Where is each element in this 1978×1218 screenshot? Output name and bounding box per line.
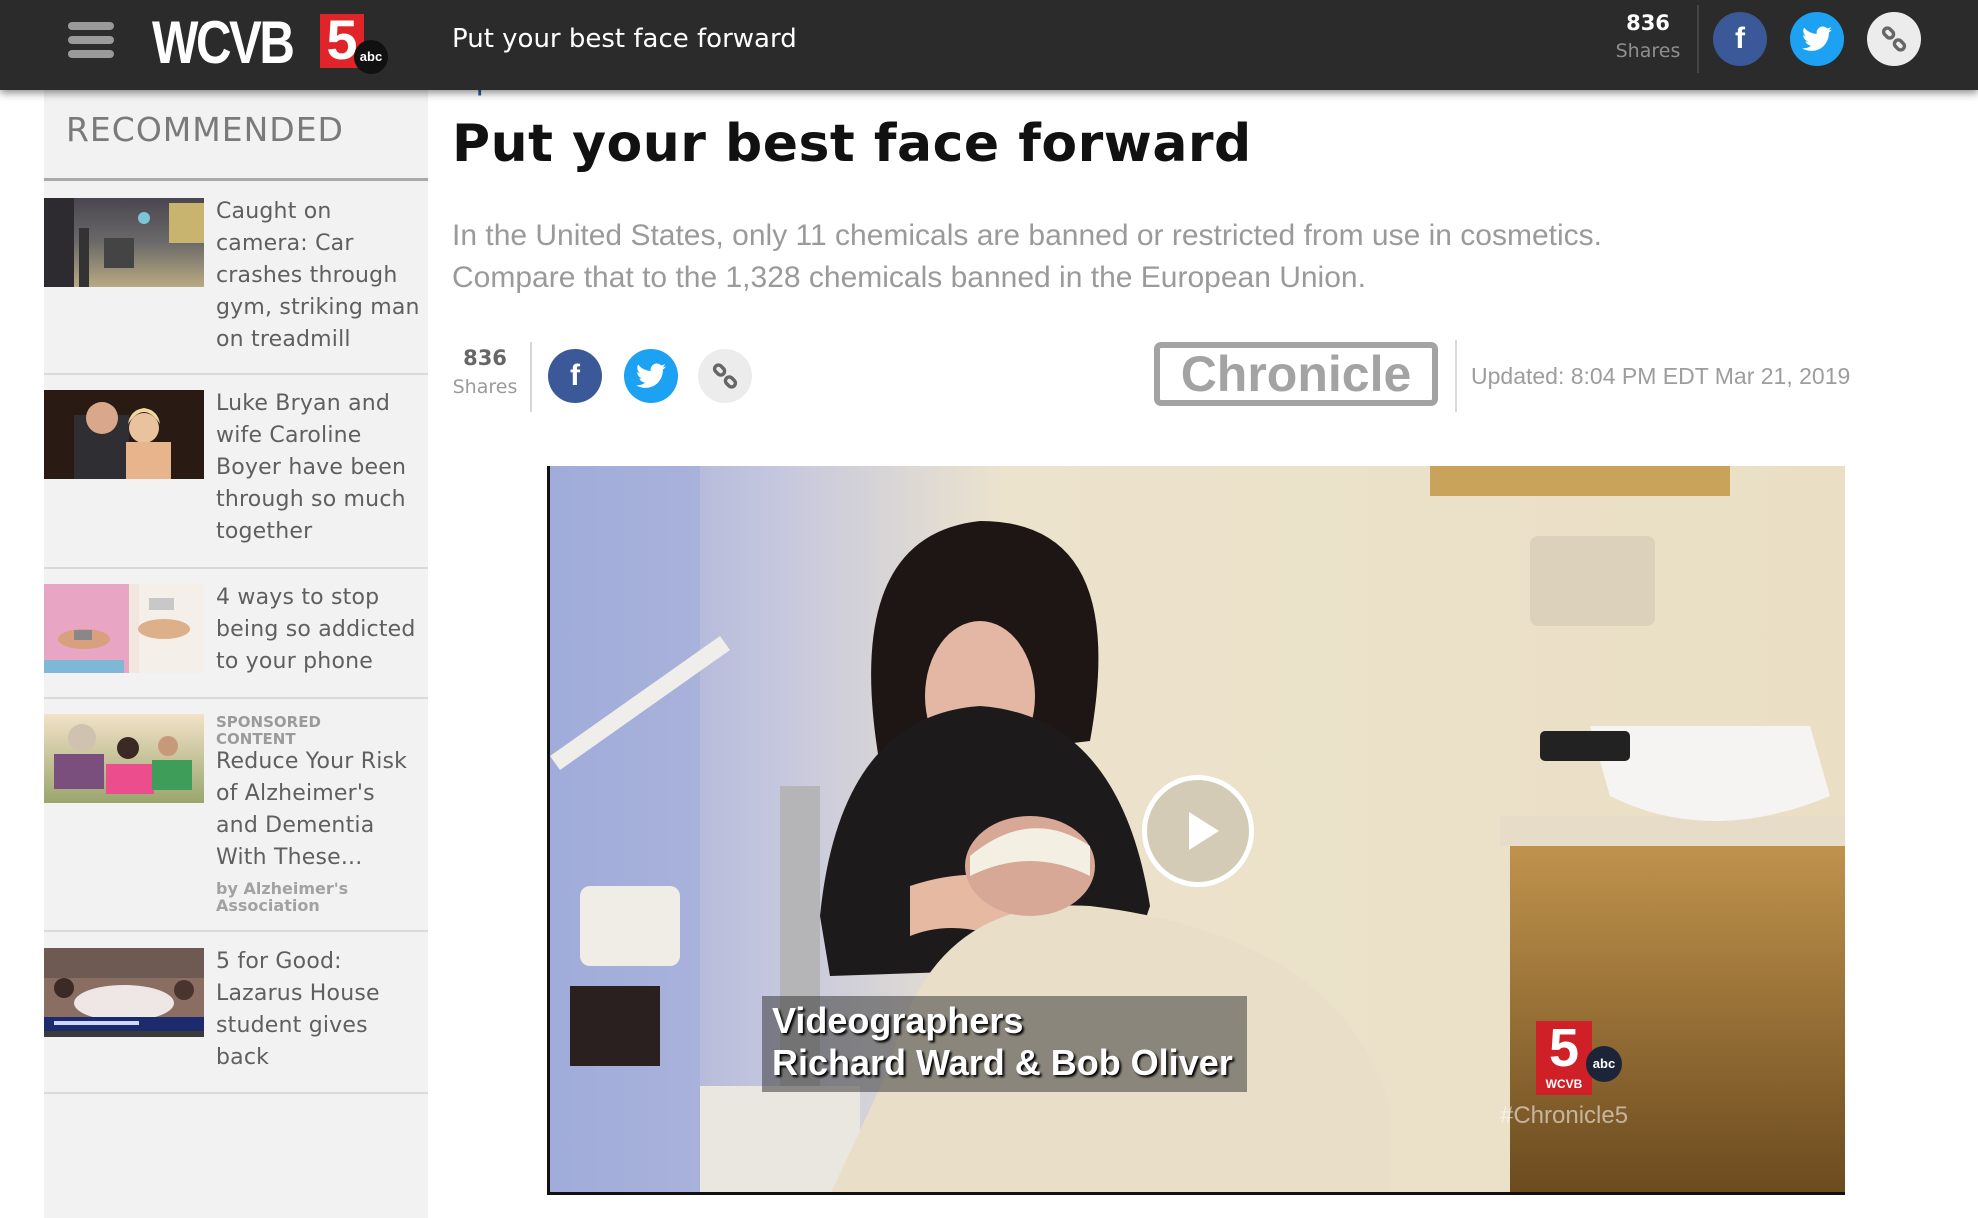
title-line: of Alzheimer's: [216, 781, 375, 806]
chronicle-program-logo[interactable]: Chronicle: [1154, 342, 1438, 406]
share-count-number: 836: [463, 346, 507, 370]
title-line: student gives: [216, 1013, 368, 1038]
title-line: on treadmill: [216, 327, 351, 352]
recommended-sidebar: RECOMMENDED Caught on camera: Car crashe…: [44, 90, 428, 1218]
sponsored-item-title: Reduce Your Risk of Alzheimer's and Deme…: [216, 746, 428, 874]
title-line: wife Caroline: [216, 423, 362, 448]
recommended-item-title: 5 for Good: Lazarus House student gives …: [216, 946, 428, 1074]
divider: [44, 567, 428, 569]
play-icon[interactable]: [1142, 775, 1254, 887]
logo-wordmark: WCVB: [152, 9, 295, 76]
link-icon: [1881, 26, 1907, 52]
label-line: SPONSORED: [216, 713, 321, 731]
divider: [44, 930, 428, 932]
title-line: together: [216, 519, 313, 544]
twitter-icon: [636, 363, 666, 388]
link-icon: [712, 363, 738, 389]
thumbnail-phone-addiction: [44, 584, 204, 673]
header-article-title: Put your best face forward: [452, 24, 797, 54]
chronicle-logo-text: Chronicle: [1180, 346, 1412, 402]
divider: [1697, 5, 1699, 73]
title-line: Caught on: [216, 199, 332, 224]
recommended-item-title: Caught on camera: Car crashes through gy…: [216, 196, 428, 356]
title-line: Lazarus House: [216, 981, 380, 1006]
divider: [44, 697, 428, 699]
header-copy-link-button[interactable]: [1867, 12, 1921, 66]
recommended-item[interactable]: 5 for Good: Lazarus House student gives …: [44, 948, 428, 1092]
title-line: Luke Bryan and: [216, 391, 391, 416]
wcvb-channel-bug: 5 WCVB: [1536, 1018, 1592, 1095]
video-hashtag: #Chronicle5: [1500, 1102, 1629, 1129]
title-line: 5 for Good:: [216, 949, 342, 974]
description-line: In the United States, only 11 chemicals …: [452, 219, 1602, 252]
divider: [44, 373, 428, 375]
credit-line: Richard Ward & Bob Oliver: [772, 1042, 1233, 1083]
article-title: Put your best face forward: [452, 114, 1252, 174]
hamburger-menu-icon[interactable]: [68, 20, 114, 60]
byline-line: Association: [216, 896, 320, 915]
sponsored-content-label: SPONSORED CONTENT: [216, 714, 428, 748]
updated-timestamp: Updated: 8:04 PM EDT Mar 21, 2019: [1471, 363, 1851, 389]
title-line: With These...: [216, 845, 363, 870]
share-count-number: 836: [1626, 11, 1670, 35]
description-line: Compare that to the 1,328 chemicals bann…: [452, 261, 1366, 294]
abc-logo-icon: abc: [1586, 1046, 1622, 1082]
title-line: Boyer have been: [216, 455, 407, 480]
article-description: In the United States, only 11 chemicals …: [452, 215, 1852, 299]
sponsor-byline: by Alzheimer's Association: [216, 880, 428, 914]
menu-bar: [68, 36, 114, 44]
facebook-icon: f: [1735, 22, 1745, 55]
channel-number: 5: [1548, 1018, 1580, 1078]
abc-logo-icon: abc: [354, 40, 388, 74]
share-count-label: Shares: [452, 376, 518, 398]
recommended-item[interactable]: Caught on camera: Car crashes through gy…: [44, 198, 428, 372]
title-line: gym, striking man: [216, 295, 420, 320]
copy-link-button[interactable]: [698, 349, 752, 403]
title-line: being so addicted: [216, 617, 416, 642]
header-facebook-share-button[interactable]: f: [1713, 12, 1767, 66]
menu-bar: [68, 50, 114, 58]
title-line: back: [216, 1045, 270, 1070]
thumbnail-lazarus-house: [44, 948, 204, 1037]
title-line: 4 ways to stop: [216, 585, 380, 610]
byline-line: by Alzheimer's: [216, 879, 349, 898]
header-twitter-share-button[interactable]: [1790, 12, 1844, 66]
thumbnail-alzheimers: [44, 714, 204, 803]
wcvb-logo[interactable]: WCVB 5 abc: [152, 9, 402, 76]
twitter-share-button[interactable]: [624, 349, 678, 403]
recommended-item-title: Luke Bryan and wife Caroline Boyer have …: [216, 388, 428, 548]
title-line: Reduce Your Risk: [216, 749, 408, 774]
recommended-item-title: 4 ways to stop being so addicted to your…: [216, 582, 428, 678]
thumbnail-luke-bryan: [44, 390, 204, 479]
menu-bar: [68, 22, 114, 30]
twitter-icon: [1802, 26, 1832, 51]
sponsored-item[interactable]: SPONSORED CONTENT Reduce Your Risk of Al…: [44, 714, 428, 926]
top-nav-bar: WCVB 5 abc Put your best face forward 83…: [0, 0, 1978, 90]
share-count-label: Shares: [1615, 40, 1681, 62]
videographer-credit-overlay: Videographers Richard Ward & Bob Oliver: [762, 996, 1247, 1092]
thumbnail-gym-crash: [44, 198, 204, 287]
facebook-share-button[interactable]: f: [548, 349, 602, 403]
facebook-icon: f: [570, 359, 580, 392]
recommended-item[interactable]: 4 ways to stop being so addicted to your…: [44, 584, 428, 696]
title-line: crashes through: [216, 263, 398, 288]
call-sign: WCVB: [1545, 1077, 1583, 1091]
credit-line: Videographers: [772, 1000, 1024, 1041]
divider: [530, 342, 532, 412]
title-line: and Dementia: [216, 813, 375, 838]
title-line: camera: Car: [216, 231, 354, 256]
title-line: to your phone: [216, 649, 373, 674]
video-player[interactable]: Videographers Richard Ward & Bob Oliver …: [547, 466, 1845, 1195]
recommended-heading: RECOMMENDED: [66, 110, 344, 149]
divider: [44, 178, 428, 181]
recommended-item[interactable]: Luke Bryan and wife Caroline Boyer have …: [44, 390, 428, 566]
header-share-count: 836 Shares: [1608, 10, 1688, 66]
divider: [1455, 340, 1457, 412]
article-share-count: 836 Shares: [450, 344, 520, 402]
divider: [44, 1092, 428, 1094]
title-line: through so much: [216, 487, 406, 512]
